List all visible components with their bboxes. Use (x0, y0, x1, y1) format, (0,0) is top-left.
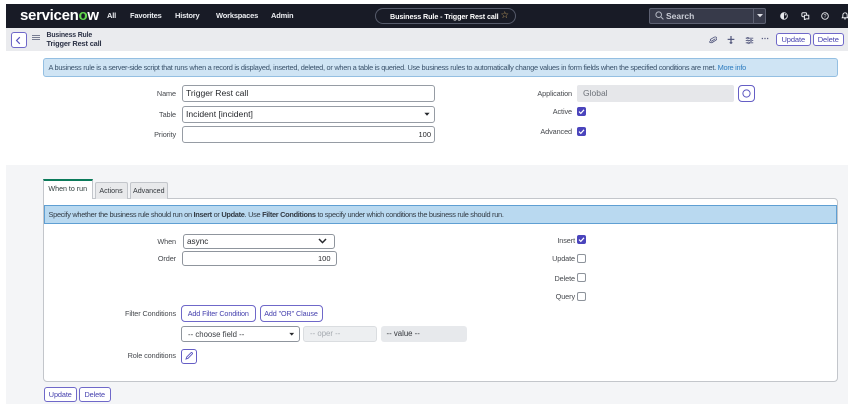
svg-text:?: ? (824, 14, 827, 20)
